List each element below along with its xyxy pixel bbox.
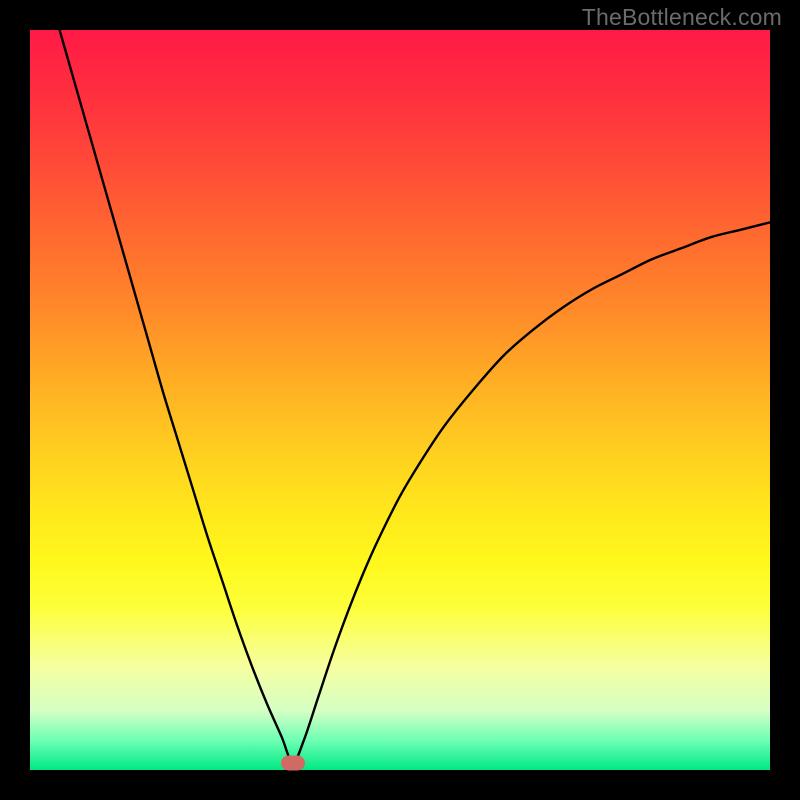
watermark-text: TheBottleneck.com: [582, 4, 782, 31]
bottleneck-curve: [60, 30, 770, 763]
optimum-marker: [281, 755, 305, 770]
curve-svg: [30, 30, 770, 770]
chart-frame: TheBottleneck.com: [0, 0, 800, 800]
plot-area: [30, 30, 770, 770]
